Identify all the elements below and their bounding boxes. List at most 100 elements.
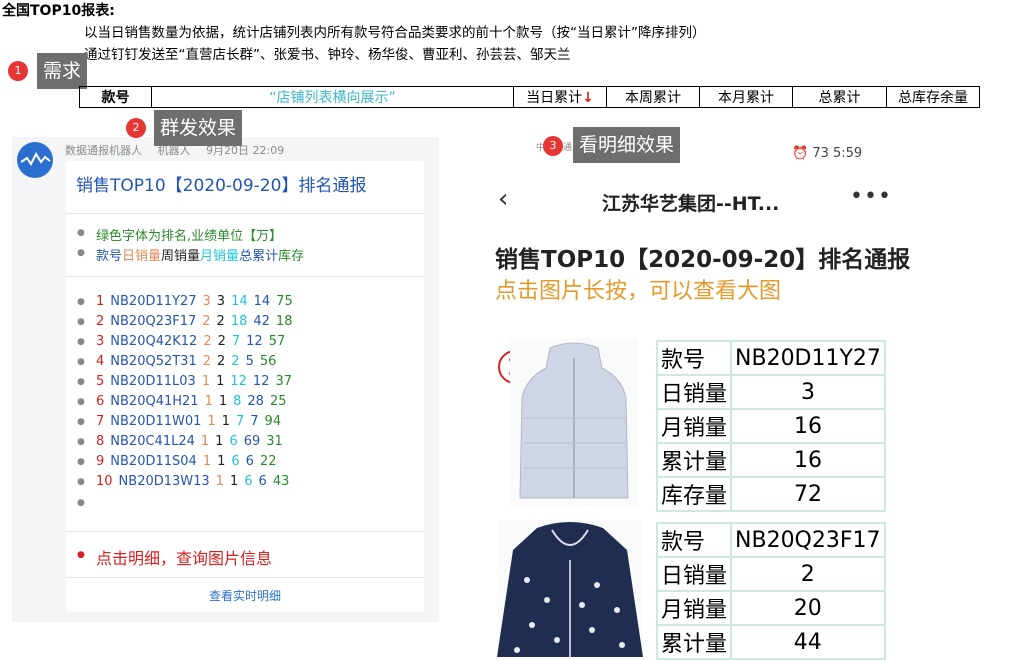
callout-label: 群发效果 [154,110,243,146]
bullet: ● [77,297,85,307]
rank-rank: 6 [96,394,105,409]
divider [66,531,424,532]
rank-day: 2 [203,334,212,349]
rank-day: 1 [215,474,224,489]
ranking-row: 1 NB20D11Y27 3 3 14 14 75 [96,294,299,309]
jacket-image[interactable] [497,520,643,657]
rank-month: 6 [244,474,253,489]
rank-week: 1 [215,434,224,449]
rank-total: 7 [250,414,259,429]
rank-week: 2 [217,354,226,369]
rank-stock: 57 [268,334,286,349]
rank-rank: 3 [96,334,105,349]
rank-month: 7 [231,334,241,349]
bullet: ● [77,550,85,560]
col-stock: 总库存余量 [886,86,980,108]
rank-stock: 94 [264,414,282,429]
status-clock: ⏰ 73 5:59 [792,146,863,161]
sender-name: 数据通报机器人 [65,144,142,157]
rank-day: 1 [202,454,212,469]
bullet: ● [77,477,85,487]
col-style: 款号 [79,86,152,108]
sort-desc-icon: ↓ [582,90,594,106]
chat-title: 江苏华艺集团--HT... [602,193,780,215]
legend-line: 绿色字体为排名,业绩单位【万】 [96,229,283,244]
rank-week: 1 [229,474,239,489]
ranking-row: 8 NB20C41L24 1 1 6 69 31 [96,434,289,449]
divider [66,213,424,214]
rank-day: 1 [207,414,216,429]
rank-day: 2 [202,314,211,329]
rank-total: 5 [245,354,254,369]
vest-image[interactable] [510,338,638,506]
rank-total: 6 [258,474,267,489]
rank-rank: 9 [96,454,105,469]
callout-number: 3 [543,136,563,156]
rank-total: 42 [253,314,270,329]
bullet: ● [77,228,85,238]
rank-week: 1 [216,374,225,389]
ranking-row: 6 NB20Q41H21 1 1 8 28 25 [96,394,293,409]
divider [66,276,424,277]
product-table: 款号 NB20D11Y27 日销量 3 月销量 16 累计量 16 库存量 72 [655,340,886,512]
rank-week: 1 [218,394,228,409]
rank-rank: 8 [96,434,105,449]
bullet: ● [77,417,85,427]
rank-total: 14 [253,294,271,309]
ranking-row: 3 NB20Q42K12 2 2 7 12 57 [96,334,291,349]
callout-number: 2 [126,118,146,138]
col-total: 总累计 [792,86,887,108]
card-title: 销售TOP10【2020-09-20】排名通报 [76,176,367,196]
ranking-row: 7 NB20D11W01 1 1 7 7 94 [96,414,287,429]
rank-stock: 75 [276,294,293,309]
callout-number: 1 [8,61,28,81]
rank-month: 6 [229,434,238,449]
bullet: ● [77,357,85,367]
rank-day: 1 [200,434,210,449]
col-today: 当日累计↓ [513,86,607,108]
ranking-row: 2 NB20Q23F17 2 2 18 42 18 [96,314,298,329]
rank-stock: 18 [275,314,293,329]
rank-rank: 4 [96,354,105,369]
report-header-table: 款号 “店铺列表横向展示” 当日累计↓ 本周累计 本月累计 总累计 总库存余量 [79,86,980,108]
rank-month: 7 [235,414,245,429]
rank-code: NB20D11L03 [110,374,196,389]
rank-day: 2 [202,354,212,369]
rank-day: 3 [202,294,211,309]
back-icon[interactable]: ‹ [498,184,508,214]
rank-code: NB20C41L24 [110,434,195,449]
detail-hint: 点击明细，查询图片信息 [96,549,273,568]
rank-rank: 5 [96,374,105,389]
rank-month: 12 [230,374,247,389]
rank-code: NB20Q42K12 [110,334,198,349]
bullet: ● [77,498,85,508]
rank-code: NB20D13W13 [118,474,210,489]
requirement-line: 以当日销售数量为依据，统计店铺列表内所有款号符合品类要求的前十个款号（按“当日累… [84,25,706,41]
report-heading: 销售TOP10【2020-09-20】排名通报 [495,247,911,273]
rank-stock: 22 [259,454,277,469]
rank-month: 8 [233,394,242,409]
rank-rank: 7 [96,414,105,429]
more-icon[interactable]: ••• [850,184,892,209]
rank-code: NB20D11S04 [110,454,197,469]
col-stores: “店铺列表横向展示” [151,86,514,108]
rank-rank: 2 [96,314,105,329]
rank-week: 2 [217,334,226,349]
bullet: ● [77,397,85,407]
rank-stock: 37 [275,374,293,389]
view-detail-link[interactable]: 查看实时明细 [66,587,424,604]
rank-stock: 25 [269,394,287,409]
bullet: ● [77,337,85,347]
rank-month: 2 [231,354,240,369]
divider [66,577,424,578]
col-month: 本月累计 [699,86,793,108]
callout-label: 需求 [37,53,88,89]
rank-total: 6 [245,454,254,469]
rank-total: 69 [243,434,261,449]
rank-total: 12 [252,374,270,389]
bullet: ● [77,457,85,467]
rank-month: 14 [231,294,248,309]
rank-stock: 56 [259,354,277,369]
rank-month: 6 [231,454,240,469]
rank-rank: 1 [96,294,105,309]
